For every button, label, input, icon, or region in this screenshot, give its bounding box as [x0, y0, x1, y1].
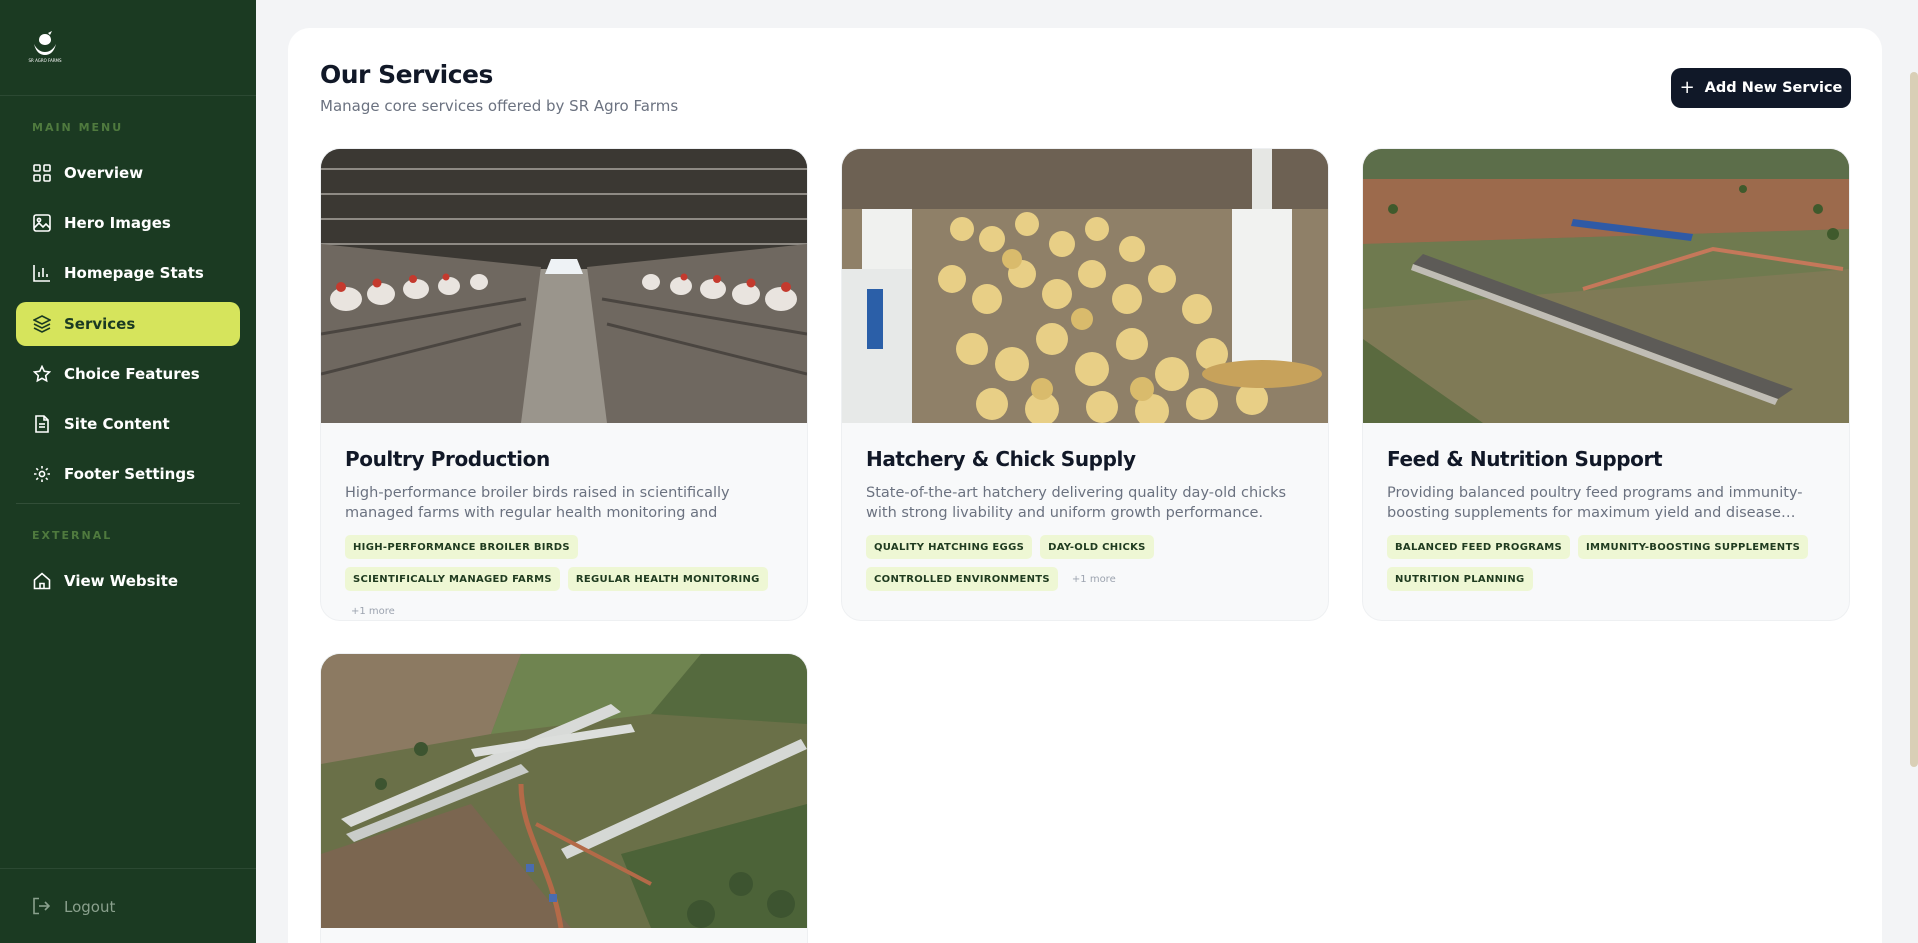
view-website-link[interactable]: View Website	[16, 559, 240, 603]
add-new-service-button[interactable]: + Add New Service	[1671, 68, 1851, 108]
bar-chart-icon	[32, 263, 52, 283]
sidebar-item-label: Footer Settings	[64, 465, 196, 483]
add-new-service-label: Add New Service	[1704, 80, 1843, 96]
tag-list: BALANCED FEED PROGRAMS IMMUNITY-BOOSTING…	[1387, 535, 1827, 591]
tag: DAY-OLD CHICKS	[1040, 535, 1154, 559]
card-body: Poultry Production High-performance broi…	[345, 447, 785, 620]
sidebar-item-label: Homepage Stats	[64, 264, 204, 282]
tag: IMMUNITY-BOOSTING SUPPLEMENTS	[1578, 535, 1809, 559]
service-card-farm-infrastructure[interactable]	[320, 653, 808, 943]
sidebar-item-footer-settings[interactable]: Footer Settings	[16, 452, 240, 496]
service-image-chicks	[842, 149, 1328, 423]
star-icon	[32, 364, 52, 384]
sidebar-item-site-content[interactable]: Site Content	[16, 402, 240, 446]
service-image-aerial-farm	[1363, 149, 1849, 423]
brand-logo[interactable]: SR AGRO FARMS	[26, 30, 64, 64]
service-image-aerial-sheds	[321, 654, 807, 928]
page-subtitle: Manage core services offered by SR Agro …	[320, 97, 679, 115]
tag-list: QUALITY HATCHING EGGS DAY-OLD CHICKS CON…	[866, 535, 1306, 591]
service-image-poultry-house	[321, 149, 807, 423]
divider	[0, 868, 256, 869]
divider	[16, 503, 240, 504]
plus-icon: +	[1679, 77, 1695, 98]
card-body: Hatchery & Chick Supply State-of-the-art…	[866, 447, 1306, 591]
more-tags-count: +1 more	[351, 605, 395, 617]
service-description: High-performance broiler birds raised in…	[345, 485, 730, 521]
service-description: State-of-the-art hatchery delivering qua…	[866, 485, 1287, 521]
main-menu-label: MAIN MENU	[32, 121, 124, 134]
card-body: Feed & Nutrition Support Providing balan…	[1387, 447, 1827, 591]
home-icon	[32, 571, 52, 591]
document-icon	[32, 414, 52, 434]
external-label: EXTERNAL	[32, 529, 113, 542]
sidebar-item-homepage-stats[interactable]: Homepage Stats	[16, 251, 240, 295]
divider	[0, 95, 256, 96]
view-website-label: View Website	[64, 572, 179, 590]
service-description: Providing balanced poultry feed programs…	[1387, 485, 1803, 521]
layers-icon	[32, 314, 52, 334]
sidebar-item-label: Overview	[64, 164, 144, 182]
service-title: Feed & Nutrition Support	[1387, 447, 1663, 471]
sidebar-item-choice-features[interactable]: Choice Features	[16, 352, 240, 396]
sidebar-item-label: Services	[64, 315, 136, 333]
sidebar-item-services[interactable]: Services	[16, 302, 240, 346]
service-card-feed-nutrition[interactable]: Feed & Nutrition Support Providing balan…	[1362, 148, 1850, 621]
tag: NUTRITION PLANNING	[1387, 567, 1533, 591]
service-title: Poultry Production	[345, 447, 550, 471]
tag: QUALITY HATCHING EGGS	[866, 535, 1033, 559]
service-title: Hatchery & Chick Supply	[866, 447, 1136, 471]
gear-icon	[32, 464, 52, 484]
tag-list: HIGH-PERFORMANCE BROILER BIRDS SCIENTIFI…	[345, 535, 785, 620]
sidebar-item-label: Site Content	[64, 415, 170, 433]
service-card-hatchery[interactable]: Hatchery & Chick Supply State-of-the-art…	[841, 148, 1329, 621]
service-card-poultry-production[interactable]: Poultry Production High-performance broi…	[320, 148, 808, 621]
svg-text:SR AGRO FARMS: SR AGRO FARMS	[29, 58, 62, 63]
tag: SCIENTIFICALLY MANAGED FARMS	[345, 567, 560, 591]
sidebar-item-label: Choice Features	[64, 365, 200, 383]
sidebar: SR AGRO FARMS MAIN MENU Overview Hero Im…	[0, 0, 256, 943]
tag: REGULAR HEALTH MONITORING	[567, 567, 768, 591]
scrollbar[interactable]	[1910, 72, 1918, 767]
grid-icon	[32, 163, 52, 183]
sidebar-item-overview[interactable]: Overview	[16, 151, 240, 195]
sidebar-item-label: Hero Images	[64, 214, 171, 232]
logout-icon	[32, 897, 52, 917]
page-title: Our Services	[320, 60, 493, 89]
sidebar-item-hero-images[interactable]: Hero Images	[16, 201, 240, 245]
tag: BALANCED FEED PROGRAMS	[1387, 535, 1571, 559]
logout-button[interactable]: Logout	[16, 885, 240, 929]
logout-label: Logout	[64, 898, 116, 916]
image-icon	[32, 213, 52, 233]
tag: CONTROLLED ENVIRONMENTS	[866, 567, 1058, 591]
tag: HIGH-PERFORMANCE BROILER BIRDS	[345, 535, 578, 559]
more-tags-count: +1 more	[1071, 573, 1116, 585]
